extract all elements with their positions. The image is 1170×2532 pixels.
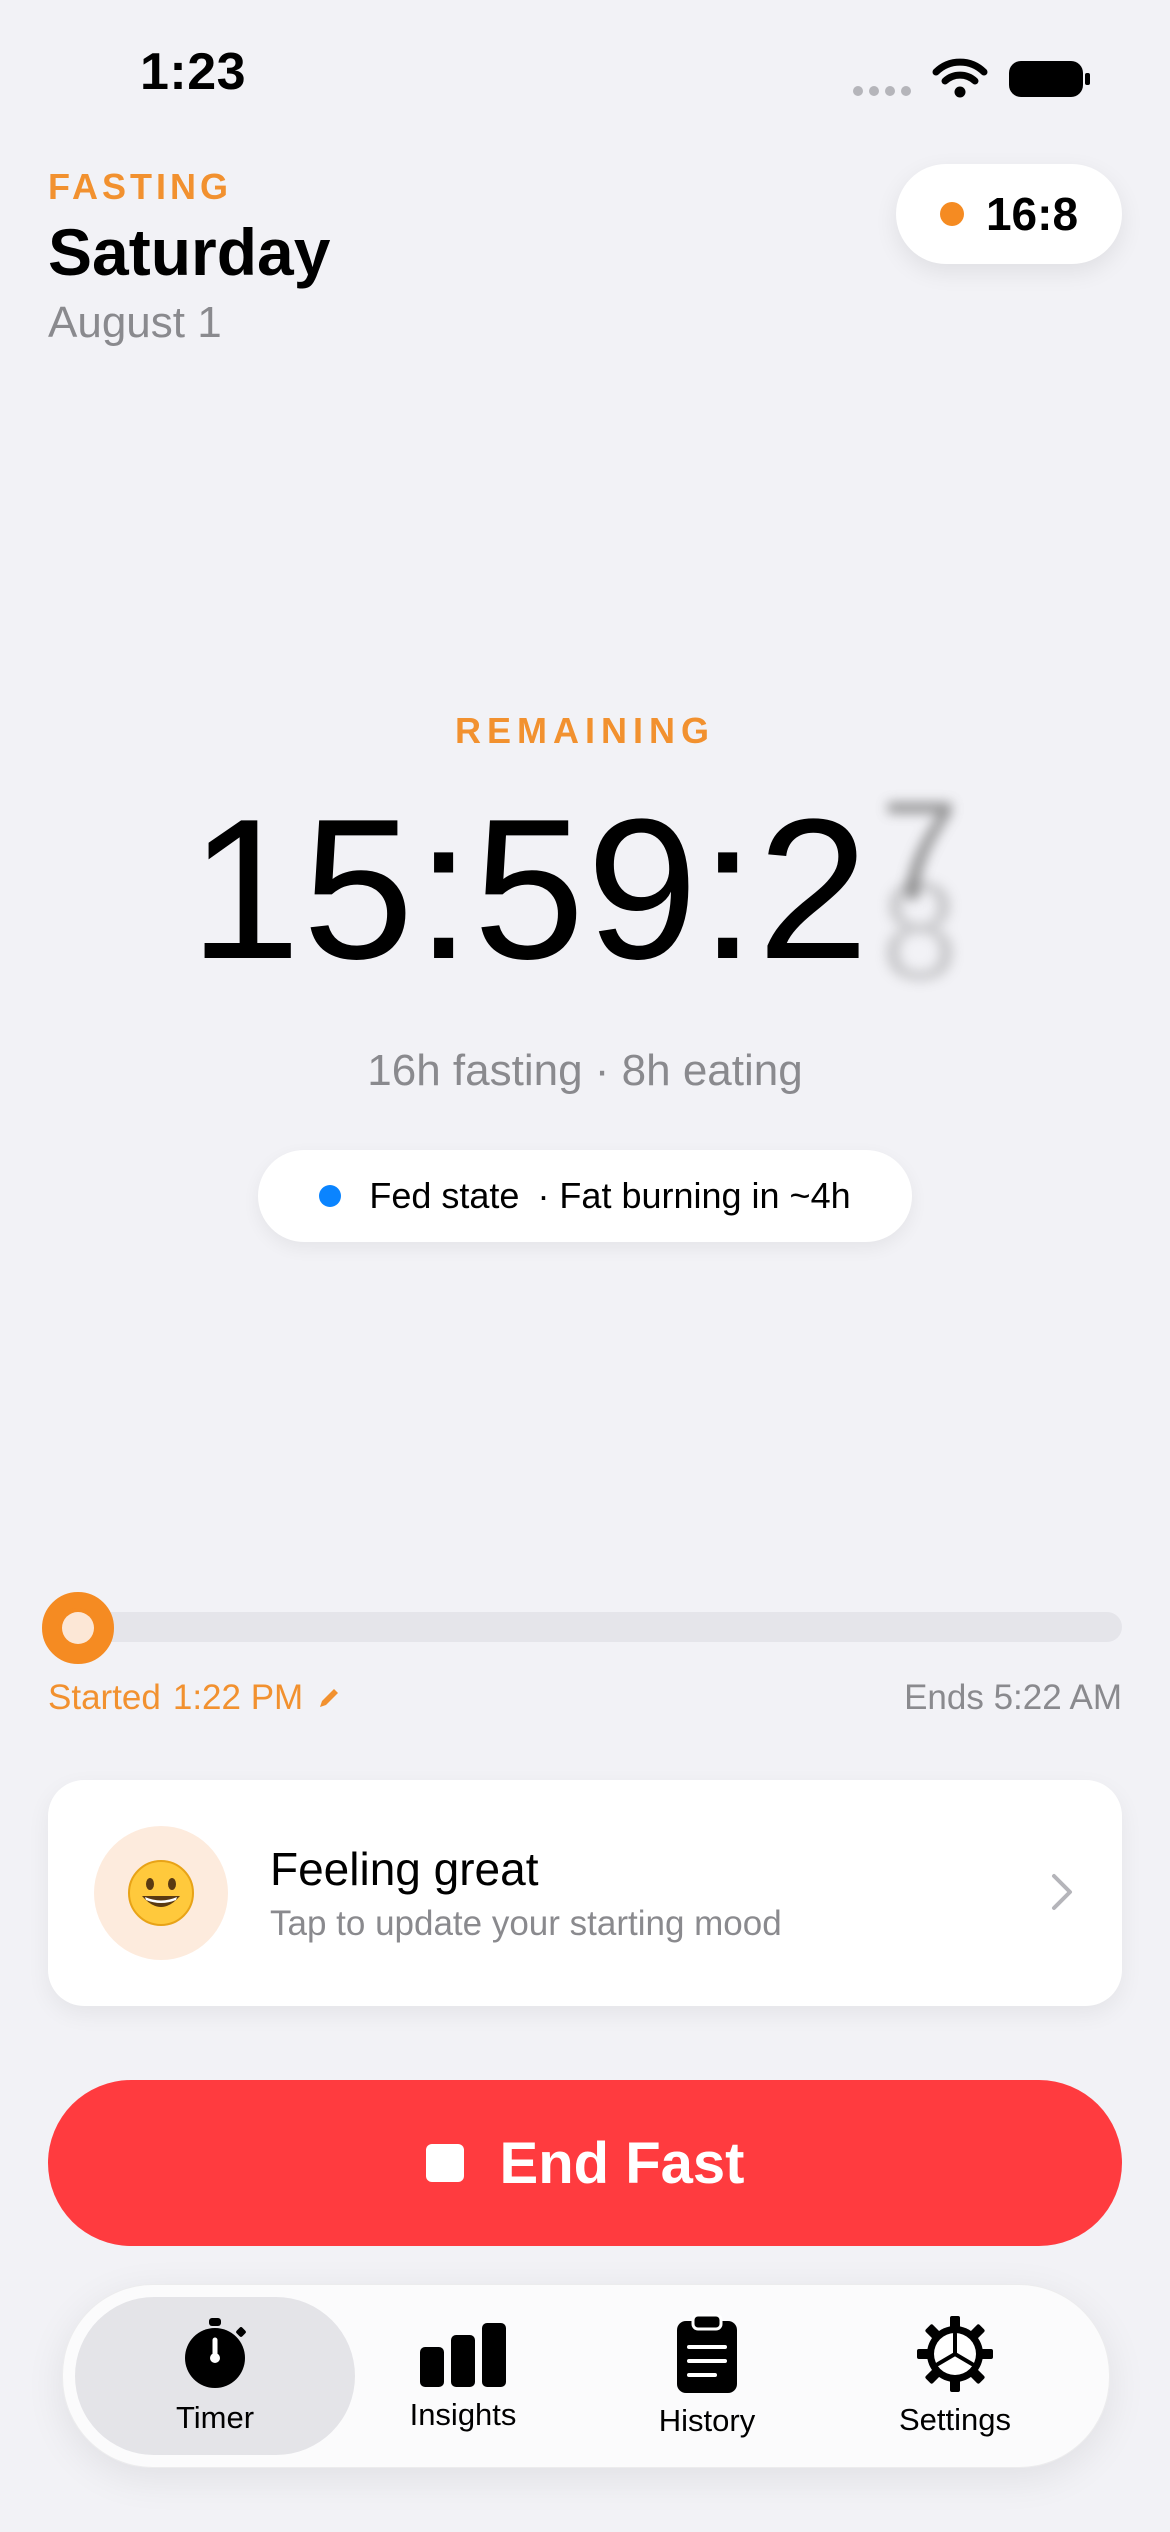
state-dot-icon <box>319 1185 342 1207</box>
clipboard-icon <box>677 2313 737 2393</box>
tab-timer[interactable]: Timer <box>75 2297 355 2455</box>
stopwatch-icon <box>185 2318 246 2388</box>
page-title: Saturday <box>48 215 331 289</box>
mood-emoji-badge <box>94 1826 228 1960</box>
started-time: 1:22 PM <box>172 1678 304 1717</box>
end-time: Ends 5:22 AM <box>904 1678 1122 1718</box>
mood-card[interactable]: Feeling great Tap to update your startin… <box>48 1780 1122 2006</box>
mood-subtitle: Tap to update your starting mood <box>270 1904 782 1943</box>
end-fast-button[interactable]: End Fast <box>48 2080 1122 2246</box>
bar-chart-icon <box>420 2323 506 2387</box>
date-subtitle: August 1 <box>48 298 222 347</box>
timer-heading: REMAINING <box>455 710 715 751</box>
countdown-timer: 15:59:2 7 8 <box>0 772 1170 1009</box>
progress-track <box>48 1612 1122 1642</box>
stop-icon <box>425 2144 464 2182</box>
tab-settings[interactable]: Settings <box>815 2297 1095 2455</box>
progress-knob[interactable] <box>42 1592 114 1664</box>
tab-history[interactable]: History <box>567 2297 847 2455</box>
tab-label: Settings <box>898 2402 1011 2437</box>
ends-label: Ends <box>904 1678 984 1717</box>
plan-status-dot <box>939 202 964 226</box>
cellular-signal-icon <box>853 86 911 96</box>
phase-summary: 16h fasting · 8h eating <box>367 1046 803 1095</box>
tab-insights[interactable]: Insights <box>323 2297 603 2455</box>
mood-title: Feeling great <box>270 1843 539 1895</box>
state-next: · Fat burning in ~4h <box>537 1175 851 1216</box>
start-time-editor[interactable]: Started 1:22 PM <box>48 1678 343 1718</box>
plan-label: 16:8 <box>985 188 1079 240</box>
plan-selector-button[interactable]: 16:8 <box>896 164 1122 264</box>
tab-label: Timer <box>175 2400 255 2435</box>
pencil-icon <box>320 1689 339 1707</box>
ends-time: 5:22 AM <box>993 1678 1122 1717</box>
wifi-icon <box>932 58 988 98</box>
rolling-digit-bottom: 8 <box>880 852 959 1009</box>
battery-icon <box>1009 61 1090 97</box>
end-fast-label: End Fast <box>499 2130 745 2196</box>
metabolic-state-pill[interactable]: Fed state · Fat burning in ~4h <box>258 1150 912 1242</box>
tab-label: History <box>658 2403 756 2438</box>
gear-icon <box>917 2316 993 2392</box>
tab-label: Insights <box>409 2397 517 2432</box>
state-label: Fed state <box>369 1175 520 1216</box>
timer-value: 15:59:2 <box>189 778 871 1001</box>
started-label: Started <box>48 1678 161 1717</box>
rolling-digit: 7 8 <box>871 772 981 1009</box>
fasting-eyebrow: FASTING <box>48 166 233 207</box>
chevron-right-icon <box>1052 1874 1072 1910</box>
grinning-face-icon <box>128 1860 194 1926</box>
status-time: 1:23 <box>140 43 247 101</box>
tab-bar: Timer Insights History Settings <box>62 2284 1110 2468</box>
